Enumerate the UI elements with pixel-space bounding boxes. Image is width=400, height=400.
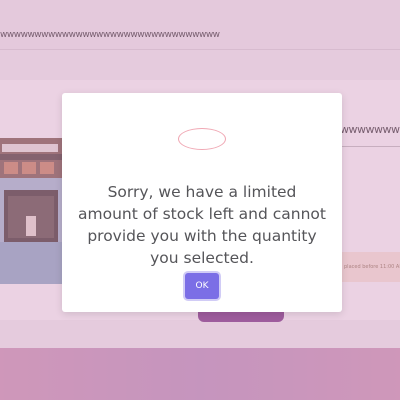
alert-dialog: Sorry, we have a limited amount of stock… [62,93,342,312]
alert-ring-icon [178,128,226,150]
alert-message: Sorry, we have a limited amount of stock… [77,183,326,267]
ok-button[interactable]: OK [185,273,219,299]
